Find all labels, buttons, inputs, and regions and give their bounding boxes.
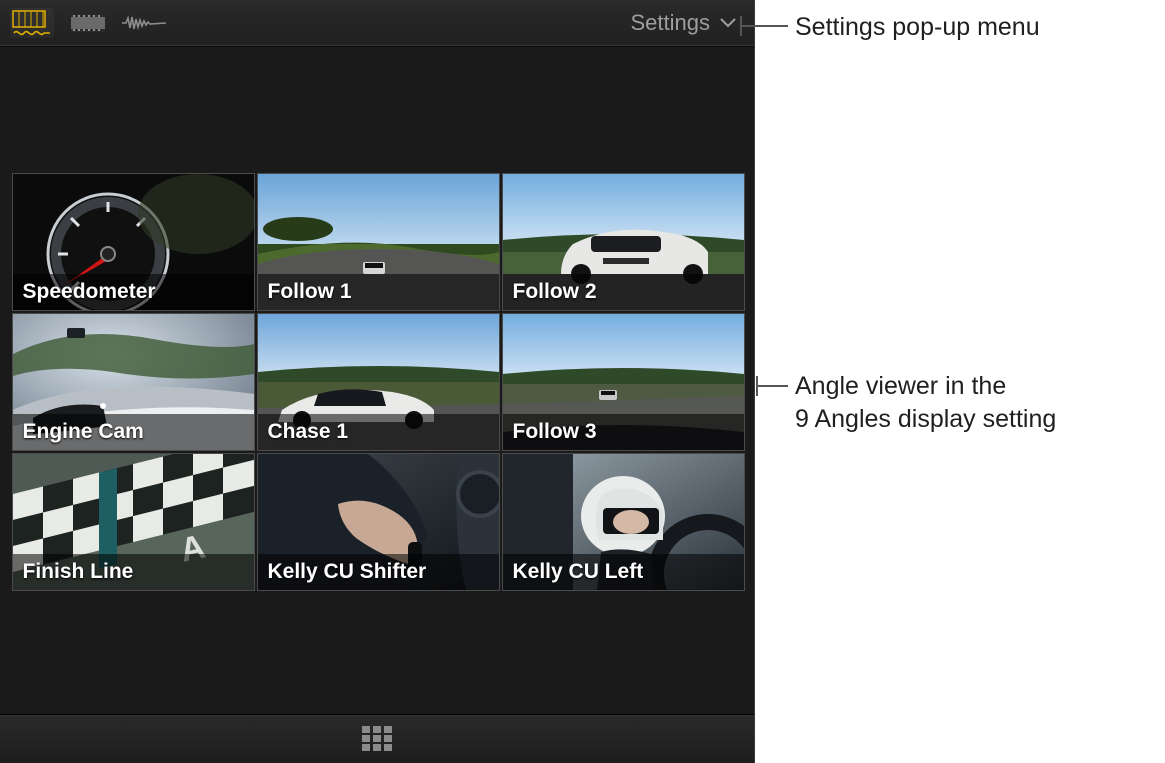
angle-cell[interactable]: Follow 2 xyxy=(502,173,745,311)
callout-text: Angle viewer in the xyxy=(795,372,1006,400)
angle-cell[interactable]: Follow 3 xyxy=(502,313,745,451)
settings-label: Settings xyxy=(631,10,711,36)
angle-label-bar: Speedometer xyxy=(13,274,254,310)
angle-grid: Speedometer xyxy=(12,173,743,589)
angle-label: Kelly CU Left xyxy=(513,560,644,584)
filmstrip-icon xyxy=(70,12,106,34)
angle-label-bar: Kelly CU Shifter xyxy=(258,554,499,590)
angle-label: Speedometer xyxy=(23,280,156,304)
angle-viewer: Speedometer xyxy=(0,47,754,715)
angle-label: Follow 2 xyxy=(513,280,597,304)
angle-label: Finish Line xyxy=(23,560,134,584)
angle-label-bar: Follow 2 xyxy=(503,274,744,310)
view-mode-group xyxy=(0,8,166,38)
view-mode-both-button[interactable] xyxy=(10,8,54,38)
filmstrip-audio-icon xyxy=(12,10,52,36)
angle-label-bar: Chase 1 xyxy=(258,414,499,450)
angle-label: Engine Cam xyxy=(23,420,144,444)
angle-label: Chase 1 xyxy=(268,420,349,444)
grid-3x3-icon xyxy=(362,726,392,752)
angle-label: Follow 3 xyxy=(513,420,597,444)
angle-label-bar: Follow 1 xyxy=(258,274,499,310)
angle-cell[interactable]: Kelly CU Left xyxy=(502,453,745,591)
toolbar: Settings xyxy=(0,0,754,47)
grid-layout-button[interactable] xyxy=(362,726,392,752)
angle-cell[interactable]: Chase 1 xyxy=(257,313,500,451)
callout-settings: Settings pop-up menu xyxy=(795,11,1040,44)
view-mode-audio-button[interactable] xyxy=(122,8,166,38)
view-mode-video-button[interactable] xyxy=(66,8,110,38)
settings-popup-menu[interactable]: Settings xyxy=(617,6,755,40)
callout-angle-viewer: Angle viewer in the 9 Angles display set… xyxy=(795,370,1056,435)
callout-text: Settings pop-up menu xyxy=(795,13,1040,41)
chevron-down-icon xyxy=(720,18,736,28)
waveform-icon xyxy=(122,14,166,32)
callout-line xyxy=(756,385,788,387)
angle-label-bar: Kelly CU Left xyxy=(503,554,744,590)
angle-cell[interactable]: Follow 1 xyxy=(257,173,500,311)
angle-label: Kelly CU Shifter xyxy=(268,560,427,584)
angle-viewer-panel: Settings xyxy=(0,0,755,763)
angle-label-bar: Engine Cam xyxy=(13,414,254,450)
callout-line xyxy=(740,25,788,27)
angle-cell[interactable]: Speedometer xyxy=(12,173,255,311)
angle-cell[interactable]: A Finish Line xyxy=(12,453,255,591)
angle-label-bar: Finish Line xyxy=(13,554,254,590)
footer-bar xyxy=(0,714,754,763)
angle-label: Follow 1 xyxy=(268,280,352,304)
callout-text: 9 Angles display setting xyxy=(795,405,1056,433)
angle-label-bar: Follow 3 xyxy=(503,414,744,450)
angle-cell[interactable]: Kelly CU Shifter xyxy=(257,453,500,591)
angle-cell[interactable]: Engine Cam xyxy=(12,313,255,451)
